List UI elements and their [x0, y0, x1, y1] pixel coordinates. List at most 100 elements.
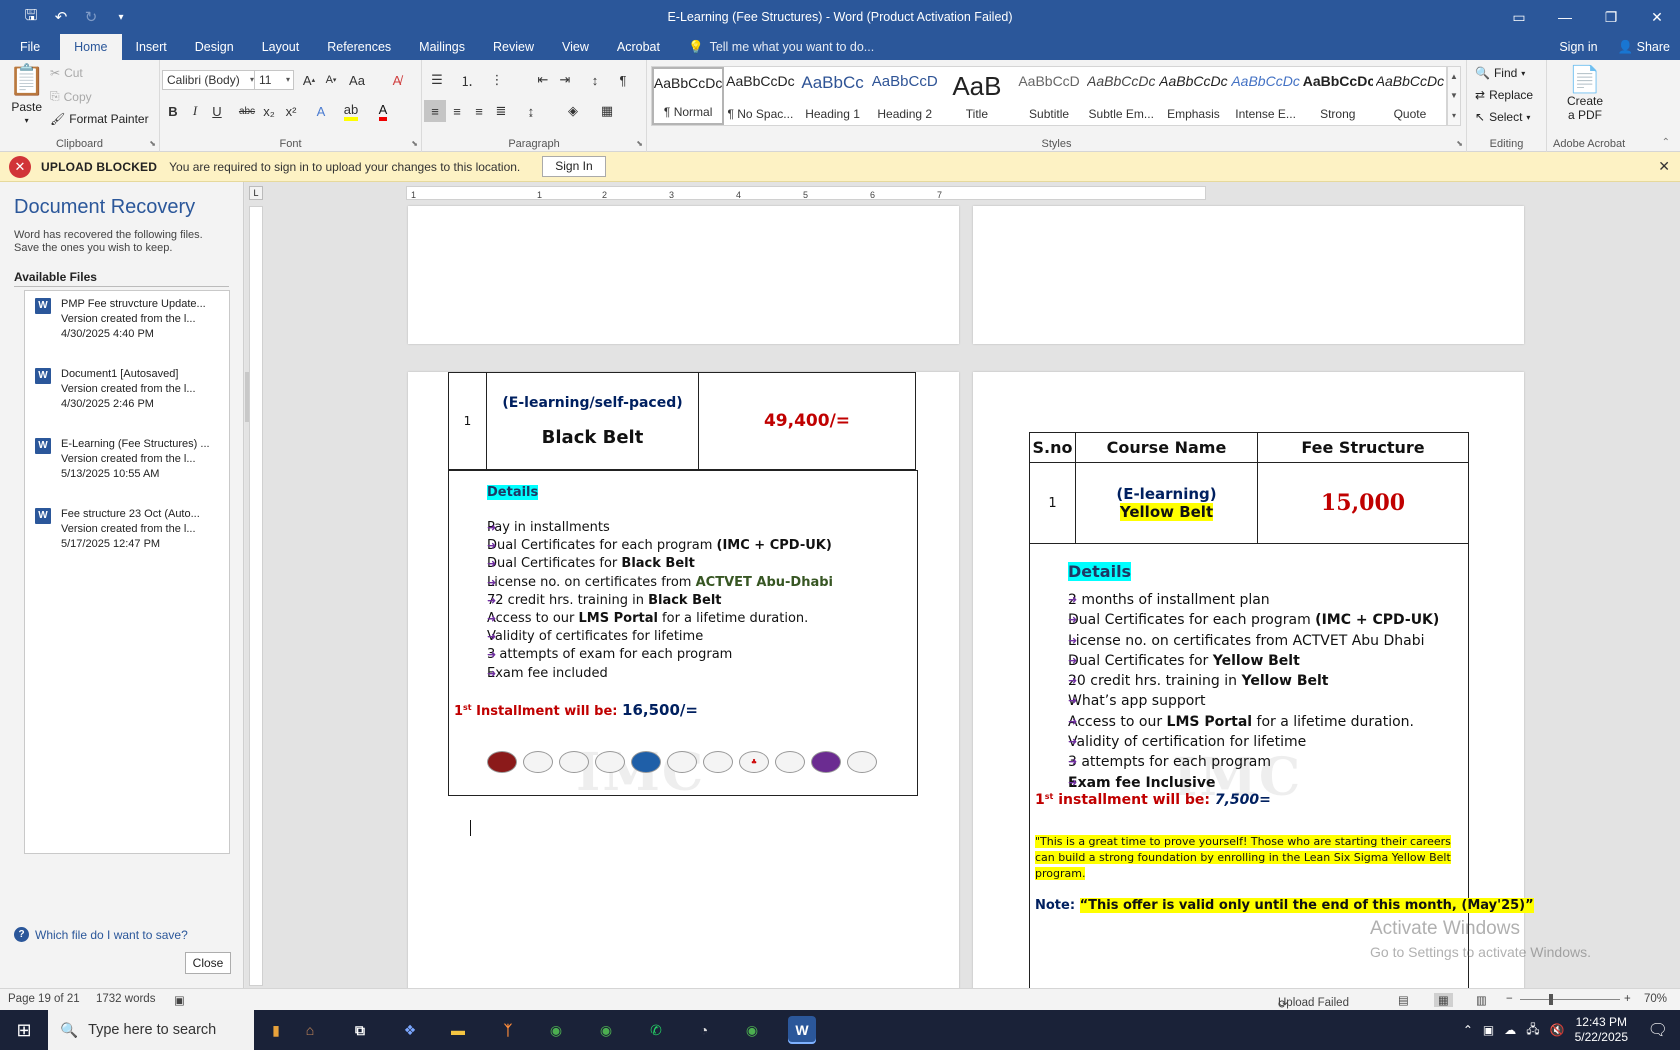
restore-icon[interactable]: ❐ — [1588, 0, 1634, 34]
style-subtitle[interactable]: AaBbCcD Subtitle — [1013, 67, 1085, 125]
clear-formatting-icon[interactable]: A̸ — [386, 69, 408, 91]
camera-icon[interactable]: ▣ — [1483, 1023, 1494, 1037]
recovery-file-item[interactable]: W Fee structure 23 Oct (Auto... Version … — [25, 501, 229, 571]
font-size-combo[interactable]: 11 ▾ — [254, 70, 294, 90]
tab-view[interactable]: View — [548, 34, 603, 60]
zoom-level[interactable]: 70% — [1644, 993, 1667, 1005]
file-explorer-icon[interactable]: ▬ — [444, 1016, 472, 1044]
multilevel-list-icon[interactable]: ⋮ — [486, 69, 508, 91]
whatsapp-icon[interactable]: ✆ — [642, 1016, 670, 1044]
style-normal[interactable]: AaBbCcDc ¶ Normal — [652, 67, 725, 125]
hat-icon[interactable]: ⌂ — [296, 1016, 324, 1044]
align-right-icon[interactable]: ≡ — [468, 100, 490, 122]
collapse-ribbon-icon[interactable]: ⌃ — [1662, 137, 1670, 148]
change-case-icon[interactable]: Aa — [346, 69, 368, 91]
read-mode-icon[interactable]: ▤ — [1398, 993, 1409, 1007]
subscript-button[interactable]: x₂ — [258, 100, 280, 122]
word-count[interactable]: 1732 words — [96, 993, 155, 1005]
bold-button[interactable]: B — [162, 100, 184, 122]
zoom-slider-thumb[interactable] — [1549, 994, 1553, 1005]
taskbar-search[interactable]: 🔍 Type here to search — [48, 1010, 254, 1050]
vertical-ruler[interactable] — [249, 206, 263, 986]
italic-button[interactable]: I — [184, 100, 206, 122]
recovery-close-button[interactable]: Close — [185, 952, 231, 974]
close-icon[interactable]: ✕ — [1658, 158, 1670, 175]
style-subtle-emphasis[interactable]: AaBbCcDc Subtle Em... — [1085, 67, 1157, 125]
save-icon[interactable]: 🖫 — [18, 5, 44, 29]
replace-button[interactable]: ⇄ Replace — [1475, 88, 1533, 102]
redo-icon[interactable]: ↻ — [78, 5, 104, 29]
more-icon[interactable]: ▾ — [1452, 111, 1456, 120]
tab-insert[interactable]: Insert — [122, 34, 181, 60]
tab-acrobat[interactable]: Acrobat — [603, 34, 674, 60]
strikethrough-button[interactable]: abc — [236, 100, 258, 122]
app-icon[interactable]: ◔ — [690, 1016, 718, 1044]
find-button[interactable]: 🔍 Find ▾ — [1475, 66, 1525, 80]
style-heading-1[interactable]: AaBbCc Heading 1 — [796, 67, 868, 125]
cut-button[interactable]: ✂ Cut — [50, 66, 83, 80]
ribbon-display-options-icon[interactable]: ▭ — [1496, 0, 1542, 34]
horizontal-ruler[interactable]: 1 1 2 3 4 5 6 7 — [406, 186, 1206, 200]
folder-stack-icon[interactable]: ▮ — [262, 1016, 290, 1044]
shrink-font-icon[interactable]: A ▾ — [320, 69, 342, 91]
task-view-icon[interactable]: ⧉ — [346, 1016, 374, 1044]
tab-review[interactable]: Review — [479, 34, 548, 60]
chrome-icon[interactable]: ◉ — [542, 1016, 570, 1044]
style-emphasis[interactable]: AaBbCcDc Emphasis — [1157, 67, 1229, 125]
tab-home[interactable]: Home — [60, 34, 122, 60]
recovery-file-item[interactable]: W PMP Fee struvcture Update... Version c… — [25, 291, 229, 361]
align-left-icon[interactable]: ≡ — [424, 100, 446, 122]
page-left[interactable]: IMC 1 (E-learning/self-paced) Black Belt… — [408, 372, 959, 988]
recovery-file-item[interactable]: W E-Learning (Fee Structures) ... Versio… — [25, 431, 229, 501]
minimize-icon[interactable]: — — [1542, 0, 1588, 34]
pane-scroll-thumb[interactable] — [245, 372, 249, 422]
recovery-help-link[interactable]: ? Which file do I want to save? — [14, 927, 188, 942]
notification-icon[interactable]: 🗨 — [1648, 1020, 1668, 1040]
copilot-icon[interactable]: ❖ — [396, 1016, 424, 1044]
word-taskbar-icon[interactable]: W — [788, 1016, 816, 1044]
style-quote[interactable]: AaBbCcDc Quote — [1374, 67, 1446, 125]
text-effects-icon[interactable]: A — [310, 100, 332, 122]
page-count[interactable]: Page 19 of 21 — [8, 993, 80, 1005]
align-center-icon[interactable]: ≡ — [446, 100, 468, 122]
borders-icon[interactable]: ▦ — [596, 100, 618, 122]
sign-in-link[interactable]: Sign in — [1559, 40, 1597, 54]
create-pdf-button[interactable]: 📄 Create a PDF — [1567, 64, 1603, 122]
recovery-file-item[interactable]: W Document1 [Autosaved] Version created … — [25, 361, 229, 431]
dialog-launcher-icon[interactable]: ⬊ — [1456, 139, 1463, 148]
network-icon[interactable]: 🖧 — [1526, 1020, 1539, 1041]
underline-button[interactable]: U — [206, 100, 228, 122]
style-intense-emphasis[interactable]: AaBbCcDc Intense E... — [1230, 67, 1302, 125]
style-heading-2[interactable]: AaBbCcD Heading 2 — [869, 67, 941, 125]
chrome-icon[interactable]: ◉ — [738, 1016, 766, 1044]
copy-button[interactable]: ⎘ Copy — [50, 89, 92, 104]
web-layout-icon[interactable]: ▥ — [1476, 993, 1487, 1007]
page-right[interactable]: IMC S.no Course Name Fee Structure 1 (E-… — [973, 372, 1534, 988]
styles-gallery-scroll[interactable]: ▲ ▼ ▾ — [1447, 66, 1461, 126]
font-family-combo[interactable]: Calibri (Body) ▾ — [162, 70, 258, 90]
zoom-slider[interactable] — [1520, 999, 1620, 1000]
format-painter-button[interactable]: 🖌 Format Painter — [50, 112, 149, 126]
highlight-icon[interactable]: ab — [340, 100, 362, 122]
dialog-launcher-icon[interactable]: ⬊ — [411, 139, 418, 148]
style-strong[interactable]: AaBbCcDc Strong — [1302, 67, 1374, 125]
cloud-icon[interactable]: ☁ — [1504, 1023, 1516, 1037]
share-button[interactable]: 👤 Share — [1618, 40, 1670, 55]
shading-icon[interactable]: ◈ — [562, 100, 584, 122]
show-formatting-icon[interactable]: ¶ — [612, 69, 634, 91]
zoom-in-icon[interactable]: + — [1624, 993, 1631, 1005]
numbering-icon[interactable]: ⒈ — [456, 69, 478, 91]
undo-icon[interactable]: ↶ — [48, 5, 74, 29]
chevron-up-icon[interactable]: ▲ — [1450, 72, 1458, 81]
tab-design[interactable]: Design — [181, 34, 248, 60]
select-button[interactable]: ↖ Select ▾ — [1475, 110, 1530, 124]
sort-icon[interactable]: ↕ — [584, 69, 606, 91]
sign-in-button[interactable]: Sign In — [542, 156, 606, 177]
windows-start-icon[interactable]: ⊞ — [0, 1010, 48, 1050]
app-icon[interactable]: ᛉ — [494, 1016, 522, 1044]
tab-layout[interactable]: Layout — [248, 34, 314, 60]
speaker-muted-icon[interactable]: 🔇 — [1550, 1023, 1565, 1037]
decrease-indent-icon[interactable]: ⇤ — [532, 69, 554, 91]
chevron-down-icon[interactable]: ▼ — [1450, 91, 1458, 100]
grow-font-icon[interactable]: A ▴ — [298, 69, 320, 91]
